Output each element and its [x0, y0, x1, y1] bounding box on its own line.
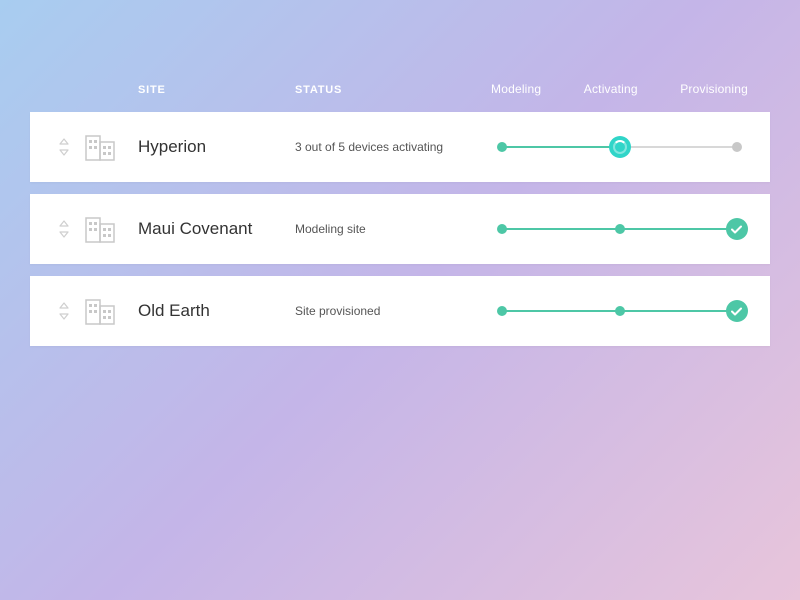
progress-dot-activating-spinner [609, 136, 631, 158]
sites-table: SITE STATUS Modeling Activating Provisio… [0, 0, 800, 346]
column-header-status: STATUS [295, 84, 342, 96]
progress-dot-activating [615, 306, 625, 316]
drag-handle-icon[interactable] [58, 302, 70, 320]
site-name: Old Earth [138, 301, 210, 320]
phase-label-activating: Activating [584, 82, 638, 96]
progress-dot-modeling [497, 224, 507, 234]
drag-handle-icon[interactable] [58, 138, 70, 156]
progress-dot-provisioning [732, 142, 742, 152]
progress-dot-modeling [497, 306, 507, 316]
table-headers: SITE STATUS Modeling Activating Provisio… [30, 80, 770, 112]
column-header-site: SITE [138, 84, 166, 96]
phase-label-provisioning: Provisioning [680, 82, 748, 96]
site-name: Maui Covenant [138, 219, 252, 238]
progress-dot-provisioning-check [726, 218, 748, 240]
drag-handle-icon[interactable] [58, 220, 70, 238]
building-icon [84, 214, 118, 244]
status-text: 3 out of 5 devices activating [295, 140, 443, 154]
progress-dot-activating [615, 224, 625, 234]
progress-dot-modeling [497, 142, 507, 152]
progress-track [485, 146, 750, 148]
phase-label-modeling: Modeling [491, 82, 541, 96]
table-row[interactable]: Hyperion 3 out of 5 devices activating [30, 112, 770, 182]
progress-dot-provisioning-check [726, 300, 748, 322]
table-row[interactable]: Old Earth Site provisioned [30, 276, 770, 346]
progress-track [485, 310, 750, 312]
building-icon [84, 296, 118, 326]
building-icon [84, 132, 118, 162]
status-text: Modeling site [295, 222, 366, 236]
site-name: Hyperion [138, 137, 206, 156]
status-text: Site provisioned [295, 304, 380, 318]
progress-track [485, 228, 750, 230]
table-row[interactable]: Maui Covenant Modeling site [30, 194, 770, 264]
